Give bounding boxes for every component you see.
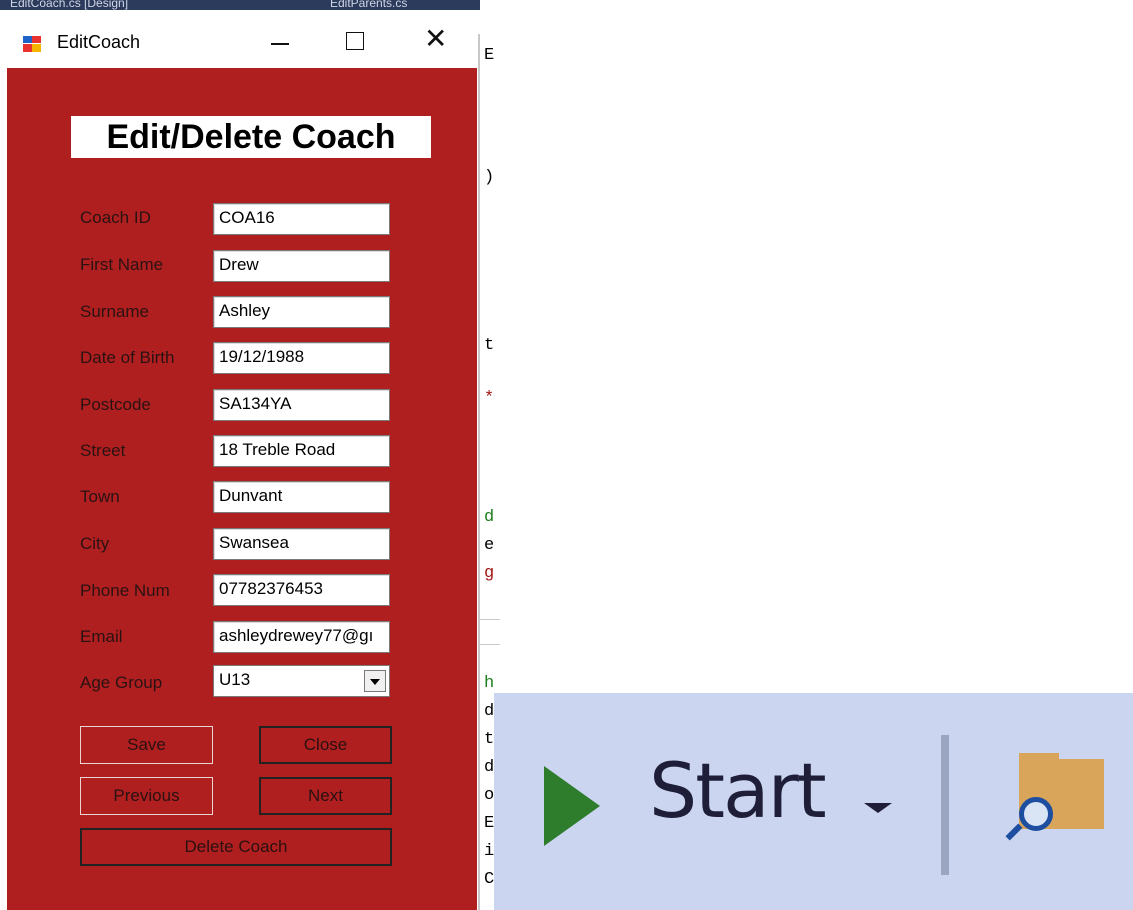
save-button[interactable]: Save (80, 726, 213, 764)
delete-coach-button[interactable]: Delete Coach (80, 828, 392, 866)
dropdown-arrow-icon[interactable] (864, 803, 892, 813)
street-field[interactable]: 18 Treble Road (213, 435, 390, 467)
code-separator (480, 619, 500, 620)
code-fragment: t (484, 730, 495, 749)
code-fragment: E (484, 46, 495, 65)
town-label: Town (80, 487, 120, 506)
code-fragment: t (484, 336, 495, 355)
code-fragment: * (484, 389, 495, 408)
code-fragment: d (484, 758, 495, 777)
ide-tab-editparents[interactable]: EditParents.cs (330, 0, 480, 10)
minimize-button[interactable] (249, 20, 309, 68)
previous-button[interactable]: Previous (80, 777, 213, 815)
toolbar-divider (941, 735, 949, 875)
close-button[interactable]: Close (259, 726, 392, 764)
window-title: EditCoach (57, 32, 141, 52)
surname-label: Surname (80, 302, 149, 321)
app-icon (23, 36, 41, 52)
code-fragment: e (484, 536, 495, 555)
city-field[interactable]: Swansea (213, 528, 390, 560)
play-icon[interactable] (544, 766, 600, 846)
chevron-down-icon[interactable] (364, 670, 386, 692)
coach-id-field[interactable]: COA16 (213, 203, 390, 235)
close-icon: ✕ (424, 22, 448, 55)
close-window-button[interactable]: ✕ (402, 20, 462, 68)
ide-toolbar-zoom: Start (494, 693, 1133, 910)
code-fragment: i (484, 842, 495, 861)
code-fragment: C (484, 870, 495, 889)
surname-field[interactable]: Ashley (213, 296, 390, 328)
code-fragment: E (484, 814, 495, 833)
date-of-birth-field[interactable]: 19/12/1988 (213, 342, 390, 374)
age-group-value: U13 (219, 670, 251, 689)
maximize-icon (346, 32, 364, 50)
code-separator (480, 644, 500, 645)
code-fragment: h (484, 674, 495, 693)
street-label: Street (80, 441, 126, 460)
maximize-button[interactable] (325, 20, 385, 68)
age-group-label: Age Group (80, 673, 163, 692)
code-fragment: d (484, 702, 495, 721)
ide-tab-editcoach-design[interactable]: EditCoach.cs [Design] (10, 0, 310, 10)
start-button-label[interactable]: Start (649, 746, 827, 835)
code-fragment: g (484, 564, 495, 583)
city-label: City (80, 534, 110, 553)
town-field[interactable]: Dunvant (213, 481, 390, 513)
next-button[interactable]: Next (259, 777, 392, 815)
edit-coach-window: EditCoach ✕ Edit/Delete Coach Coach ID C… (7, 20, 477, 910)
phone-num-label: Phone Num (80, 581, 170, 600)
code-fragment: o (484, 786, 495, 805)
coach-id-label: Coach ID (80, 208, 151, 227)
code-fragment: d (484, 508, 495, 527)
folder-search-icon[interactable] (999, 753, 1119, 863)
date-of-birth-label: Date of Birth (80, 348, 175, 367)
postcode-label: Postcode (80, 395, 151, 414)
email-field[interactable]: ashleydrewey77@gı (213, 621, 390, 653)
code-fragment: ) (484, 168, 495, 187)
age-group-select[interactable]: U13 (213, 665, 390, 697)
minimize-icon (271, 43, 289, 45)
ide-tab-strip: EditCoach.cs [Design] EditParents.cs (0, 0, 480, 10)
title-bar[interactable]: EditCoach ✕ (7, 20, 477, 68)
page-title: Edit/Delete Coach (71, 116, 431, 158)
first-name-field[interactable]: Drew (213, 250, 390, 282)
email-label: Email (80, 627, 123, 646)
first-name-label: First Name (80, 255, 164, 274)
postcode-field[interactable]: SA134YA (213, 389, 390, 421)
phone-num-field[interactable]: 07782376453 (213, 574, 390, 606)
